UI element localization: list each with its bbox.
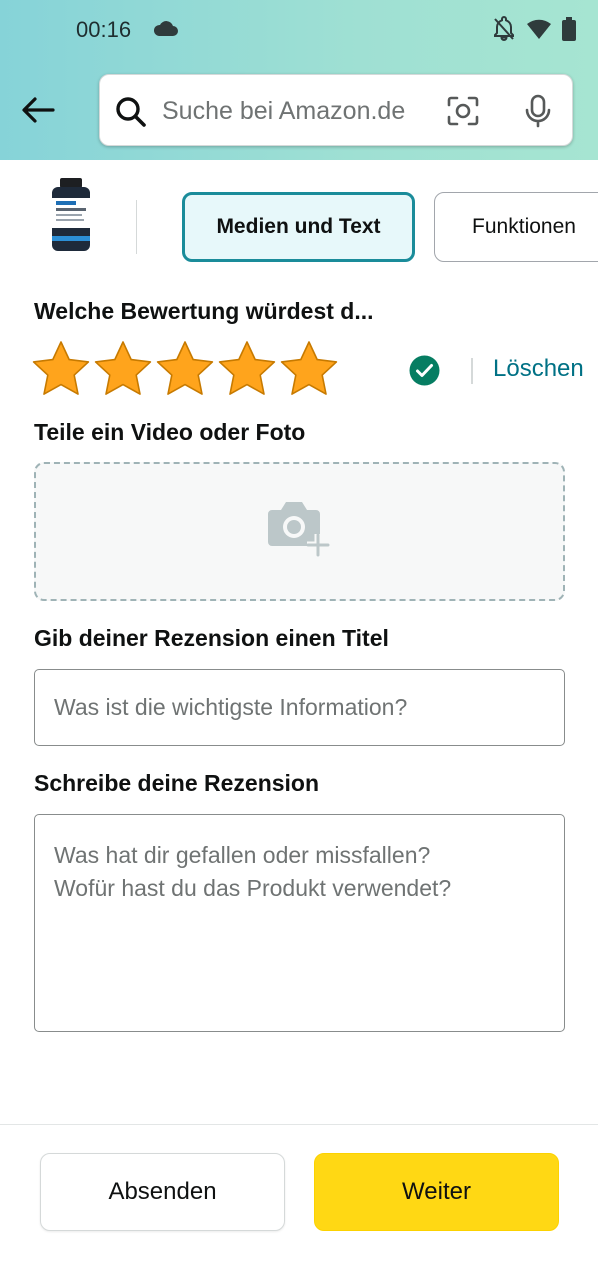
review-field-label: Schreibe deine Rezension — [34, 770, 320, 796]
search-icon[interactable] — [115, 96, 147, 133]
cloud-icon — [153, 20, 179, 43]
search-input[interactable] — [162, 91, 432, 131]
tabs-divider — [136, 200, 137, 254]
delete-rating-link[interactable]: Löschen — [493, 355, 584, 383]
star-icon[interactable] — [218, 340, 276, 396]
product-thumbnail — [48, 178, 94, 254]
microphone-icon[interactable] — [524, 94, 552, 133]
tab-functions[interactable]: Funktionen — [434, 192, 598, 262]
back-arrow-icon — [22, 97, 55, 123]
star-rating[interactable] — [32, 340, 338, 396]
add-photo-icon — [266, 500, 332, 565]
review-title-input[interactable] — [34, 669, 565, 746]
submit-button[interactable]: Absenden — [40, 1153, 285, 1231]
star-icon[interactable] — [32, 340, 90, 396]
next-button[interactable]: Weiter — [314, 1153, 559, 1231]
lens-camera-icon[interactable] — [446, 95, 480, 132]
status-icons — [492, 16, 576, 47]
battery-icon — [562, 17, 576, 46]
review-text-area[interactable] — [34, 814, 565, 1032]
status-time: 00:16 — [76, 17, 132, 42]
star-icon[interactable] — [280, 340, 338, 396]
check-circle-icon — [409, 355, 440, 391]
wifi-icon — [526, 18, 552, 45]
tab-label: Medien und Text — [216, 215, 381, 238]
search-bar[interactable] — [99, 74, 573, 146]
next-button-label: Weiter — [402, 1178, 471, 1205]
footer-divider — [0, 1124, 598, 1125]
app-header: 00:16 — [0, 0, 598, 160]
upload-label: Teile ein Video oder Foto — [34, 419, 306, 445]
media-upload-area[interactable] — [34, 462, 565, 601]
notifications-off-icon — [492, 16, 516, 47]
star-icon[interactable] — [94, 340, 152, 396]
star-icon[interactable] — [156, 340, 214, 396]
rating-label: Welche Bewertung würdest d... — [34, 298, 374, 324]
tab-media-and-text[interactable]: Medien und Text — [182, 192, 415, 262]
back-button[interactable] — [18, 90, 58, 130]
tab-label: Funktionen — [472, 215, 576, 238]
rating-divider — [471, 358, 473, 384]
submit-button-label: Absenden — [108, 1178, 217, 1205]
title-field-label: Gib deiner Rezension einen Titel — [34, 625, 389, 651]
